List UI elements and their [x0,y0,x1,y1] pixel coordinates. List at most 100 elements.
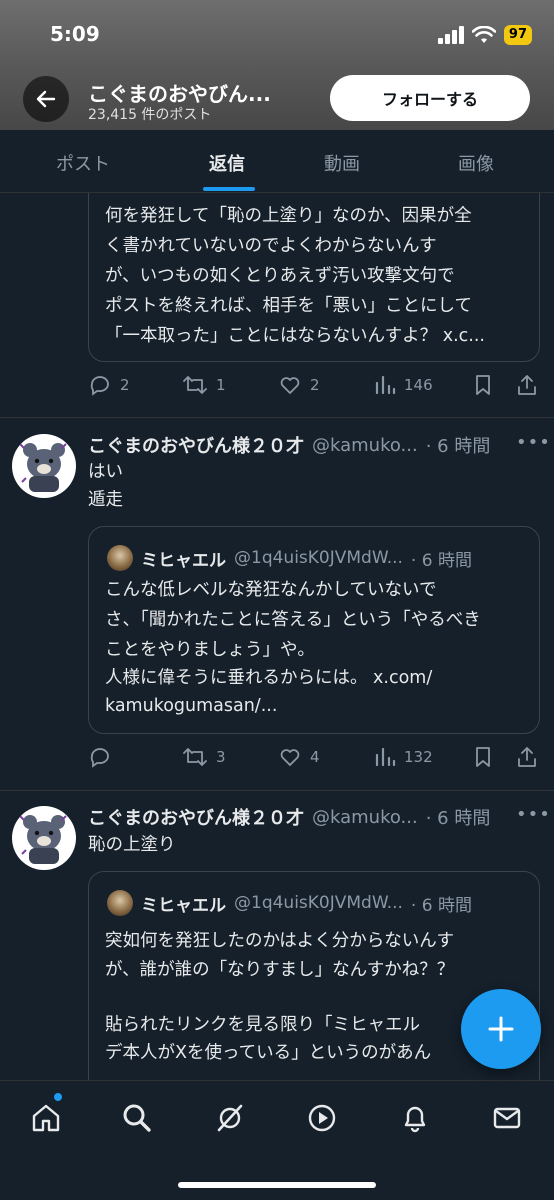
tab-posts[interactable]: ポスト [56,150,110,176]
share-icon [518,747,536,767]
quote-author-handle: @1q4uisK0JVMdW... [234,893,403,913]
status-icons: 97 [437,22,532,48]
quote-text-line: 突如何を発狂したのかはよく分からないんす [105,931,454,951]
reply-icon [90,376,109,396]
quote-text-line: kamukogumasan/... [105,696,278,716]
repost-count: 3 [216,748,226,766]
quote-author-name: ミヒャエル [141,895,226,916]
views-icon [375,375,396,395]
active-tab-indicator [203,187,255,191]
battery-icon: 97 [503,25,532,45]
quote-author-name: ミヒャエル [141,550,226,571]
like-button[interactable]: 2 [278,373,320,397]
reply-button[interactable]: 2 [88,373,130,397]
view-count: 132 [404,748,433,766]
author-handle[interactable]: @kamuko... [312,435,418,456]
notifications-icon [404,1106,426,1133]
plus-icon [488,1016,514,1042]
bookmark-button[interactable] [472,373,494,397]
quote-text-line: さ、「聞かれたことに答える」という「やるべき [105,610,481,630]
nav-grok[interactable] [213,1101,247,1135]
post-count: 23,415 件のポスト [88,107,212,123]
reply-icon [90,748,109,768]
nav-notifications[interactable] [398,1101,432,1135]
nav-home[interactable] [29,1101,63,1135]
share-icon [518,375,536,395]
post-header: こぐまのおやびん様２０才 @kamuko... · 6 時間 [88,804,490,830]
quote-time: · 6 時間 [410,895,472,916]
share-button[interactable] [516,373,538,397]
avatar[interactable] [12,806,76,870]
quoted-post-card[interactable]: ミヒャエル @1q4uisK0JVMdW... · 6 時間 こんな低レベルな発… [88,526,540,734]
post-divider [0,417,554,418]
author-handle[interactable]: @kamuko... [312,807,418,828]
wifi-icon [471,26,496,43]
quote-text-line: 「一本取った」ことにはならないんすよ？ x.c... [105,326,485,346]
post-text-line: 恥の上塗り [88,835,176,855]
grok-icon [217,1104,243,1132]
home-icon [32,1104,60,1132]
profile-header: 5:09 97 こぐまのおやびん... 23,415 件のポスト フォローする [0,0,554,130]
post-actions: 3 4 132 [88,745,540,775]
follow-button[interactable]: フォローする [330,75,530,121]
quote-text-line: が、誰が誰の「なりすまし」なんすかね？？ [105,960,455,980]
repost-button[interactable]: 1 [182,373,226,397]
nav-search[interactable] [120,1101,154,1135]
back-arrow-icon [36,90,56,108]
search-icon [123,1104,151,1132]
quote-text-line: く書かれていないのでよくわからないんす [105,236,437,256]
tab-videos[interactable]: 動画 [324,150,360,176]
signal-icon [437,26,464,44]
like-count: 2 [310,376,320,394]
like-icon [280,749,300,766]
views-icon [375,747,396,767]
quote-time: · 6 時間 [410,550,472,571]
post-header: こぐまのおやびん様２０才 @kamuko... · 6 時間 [88,432,490,458]
quote-header: ミヒャエル @1q4uisK0JVMdW... · 6 時間 [107,890,472,916]
quote-text-line: 何を発狂して「恥の上塗り」なのか、因果が全 [105,206,472,226]
quote-text-line: デ本人がXを使っている」というのがあん [105,1043,432,1063]
post-divider [0,790,554,791]
post-time: · 6 時間 [425,808,491,829]
bookmark-icon [476,747,490,767]
nav-spaces[interactable] [305,1101,339,1135]
quote-text-line: 貼られたリンクを見る限り「ミヒャエル [105,1015,420,1035]
post-time: · 6 時間 [425,436,491,457]
back-button[interactable] [23,76,69,122]
compose-button[interactable] [461,989,541,1069]
post-text-line: 遁走 [88,490,123,510]
repost-icon [183,376,207,394]
repost-count: 1 [216,376,226,394]
like-icon [280,377,300,394]
more-options-icon[interactable]: ••• [516,804,551,825]
post-text-line: はい [88,462,123,482]
quote-text-line: が、いつもの如くとりあえず汚い攻撃文句で [105,266,455,286]
author-name[interactable]: こぐまのおやびん様２０才 [88,432,304,458]
reply-count: 2 [120,376,130,394]
views-button[interactable]: 132 [374,745,433,769]
post-actions: 2 1 2 146 [88,373,540,403]
avatar[interactable] [12,434,76,498]
home-notification-dot [54,1093,62,1101]
views-button[interactable]: 146 [374,373,433,397]
bookmark-button[interactable] [472,745,494,769]
profile-tabs: ポスト 返信 動画 画像 [0,130,554,193]
quote-text-line: ことをやりましょう」や。 [105,640,315,660]
quote-avatar [107,545,133,571]
author-name[interactable]: こぐまのおやびん様２０才 [88,804,304,830]
status-time: 5:09 [50,22,100,46]
spaces-icon [308,1104,336,1132]
repost-button[interactable]: 3 [182,745,226,769]
account-name: こぐまのおやびん... [88,82,271,106]
bear-avatar-icon [19,815,67,864]
home-indicator [178,1182,376,1188]
more-options-icon[interactable]: ••• [516,432,551,453]
nav-messages[interactable] [490,1101,524,1135]
bookmark-icon [476,375,490,395]
tab-images[interactable]: 画像 [458,150,494,176]
reply-button[interactable] [88,745,120,769]
like-button[interactable]: 4 [278,745,320,769]
share-button[interactable] [516,745,538,769]
quote-avatar [107,890,133,916]
tab-replies[interactable]: 返信 [209,150,245,176]
